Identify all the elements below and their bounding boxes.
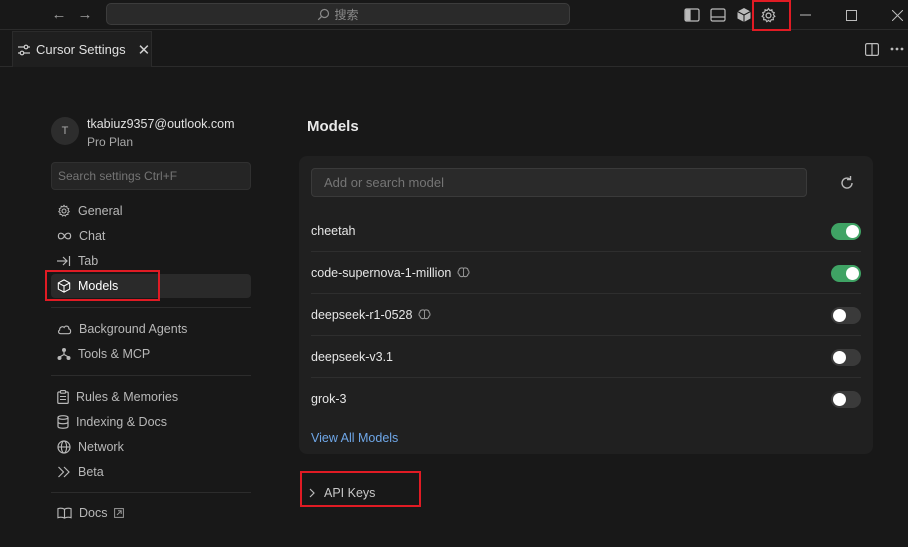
tab-arrow-icon: [57, 256, 71, 266]
book-icon: [57, 507, 72, 519]
model-name: deepseek-v3.1: [311, 349, 394, 364]
tab-bar: Cursor Settings ✕: [0, 31, 908, 67]
close-icon[interactable]: [877, 2, 908, 28]
model-row-deepseek-r1: deepseek-r1-0528: [311, 294, 861, 336]
arrow-right-icon[interactable]: →: [75, 6, 95, 24]
tab-cursor-settings[interactable]: Cursor Settings ✕: [12, 31, 152, 67]
model-name: code-supernova-1-million: [311, 265, 452, 280]
more-icon[interactable]: [888, 40, 906, 58]
cloud-icon: [57, 325, 72, 334]
model-row-grok-3: grok-3: [311, 378, 861, 420]
model-name: deepseek-r1-0528: [311, 307, 413, 322]
sidebar-item-network[interactable]: Network: [51, 435, 251, 459]
sidebar-divider: [51, 307, 251, 308]
minimize-icon[interactable]: [785, 2, 825, 28]
toggle-knob: [833, 309, 846, 322]
models-panel: cheetah code-supernova-1-million deepsee…: [299, 156, 873, 454]
sidebar-item-label: Indexing & Docs: [76, 415, 168, 429]
account-email: tkabiuz9357@outlook.com: [87, 117, 235, 131]
model-search-input[interactable]: [311, 168, 807, 197]
brain-icon: [457, 267, 470, 278]
clipboard-icon: [57, 390, 69, 404]
cube-icon[interactable]: [733, 4, 755, 26]
sidebar-item-label: Rules & Memories: [76, 390, 179, 404]
model-toggle[interactable]: [831, 307, 861, 324]
model-name: grok-3: [311, 392, 347, 406]
sidebar-item-label: Docs: [79, 506, 108, 520]
sidebar-divider: [51, 492, 251, 493]
sidebar-item-models[interactable]: Models: [51, 274, 251, 298]
sidebar-item-chat[interactable]: Chat: [51, 224, 251, 248]
split-editor-icon[interactable]: [863, 40, 881, 58]
sidebar-item-indexing-docs[interactable]: Indexing & Docs: [51, 410, 251, 434]
tools-icon: [57, 348, 71, 360]
sidebar-item-label: General: [78, 204, 123, 218]
sidebar-item-label: Tools & MCP: [78, 347, 151, 361]
sidebar-toggle-icon[interactable]: [681, 4, 703, 26]
sidebar-item-label: Tab: [78, 254, 99, 268]
api-keys-label: API Keys: [324, 486, 376, 500]
sidebar-item-label: Background Agents: [79, 322, 188, 336]
page-title: Models: [307, 118, 359, 135]
model-toggle[interactable]: [831, 391, 861, 408]
sidebar-item-tab[interactable]: Tab: [51, 249, 251, 273]
toggle-knob: [846, 225, 859, 238]
model-name: cheetah: [311, 223, 356, 238]
model-toggle[interactable]: [831, 265, 861, 282]
sidebar-item-rules-memories[interactable]: Rules & Memories: [51, 385, 251, 409]
chevrons-right-icon: [58, 466, 70, 478]
sidebar-item-tools-mcp[interactable]: Tools & MCP: [51, 342, 251, 366]
search-label: 搜索: [334, 7, 359, 22]
settings-sliders-icon: [18, 44, 30, 55]
model-row-code-supernova: code-supernova-1-million: [311, 252, 861, 294]
search-icon: [318, 8, 330, 20]
title-bar: ← → 搜索: [0, 0, 908, 30]
tab-label: Cursor Settings: [36, 42, 126, 57]
refresh-icon[interactable]: [839, 175, 855, 191]
brain-icon: [418, 309, 431, 320]
avatar: T: [51, 117, 79, 145]
toggle-knob: [833, 393, 846, 406]
model-toggle[interactable]: [831, 223, 861, 240]
panel-toggle-icon[interactable]: [707, 4, 729, 26]
model-row-deepseek-v3: deepseek-v3.1: [311, 336, 861, 378]
view-all-models-link[interactable]: View All Models: [311, 431, 398, 445]
sidebar-divider: [51, 375, 251, 376]
gear-icon: [58, 204, 70, 217]
command-search[interactable]: 搜索: [106, 3, 570, 25]
chevron-right-icon: [309, 488, 315, 498]
arrow-left-icon[interactable]: ←: [49, 6, 69, 24]
toggle-knob: [833, 351, 846, 364]
database-icon: [57, 415, 69, 429]
infinity-icon: [57, 232, 72, 240]
sidebar-item-docs[interactable]: Docs: [51, 501, 251, 525]
account-plan: Pro Plan: [87, 135, 134, 149]
sidebar-item-label: Beta: [78, 465, 104, 479]
sidebar-item-general[interactable]: General: [51, 199, 251, 223]
settings-search-input[interactable]: [51, 162, 251, 190]
maximize-icon[interactable]: [831, 2, 871, 28]
sidebar-item-label: Models: [78, 279, 119, 293]
globe-icon: [57, 440, 71, 454]
tab-close-icon[interactable]: ✕: [138, 41, 151, 59]
cube-icon: [57, 279, 71, 293]
sidebar-item-label: Chat: [79, 229, 106, 243]
toggle-knob: [846, 267, 859, 280]
api-keys-section[interactable]: API Keys: [308, 486, 375, 500]
sidebar-item-beta[interactable]: Beta: [51, 460, 251, 484]
model-toggle[interactable]: [831, 349, 861, 366]
sidebar-item-background-agents[interactable]: Background Agents: [51, 317, 251, 341]
gear-icon[interactable]: [757, 4, 779, 26]
external-link-icon: [114, 508, 125, 518]
sidebar-item-label: Network: [78, 440, 124, 454]
model-row-cheetah: cheetah: [311, 210, 861, 252]
